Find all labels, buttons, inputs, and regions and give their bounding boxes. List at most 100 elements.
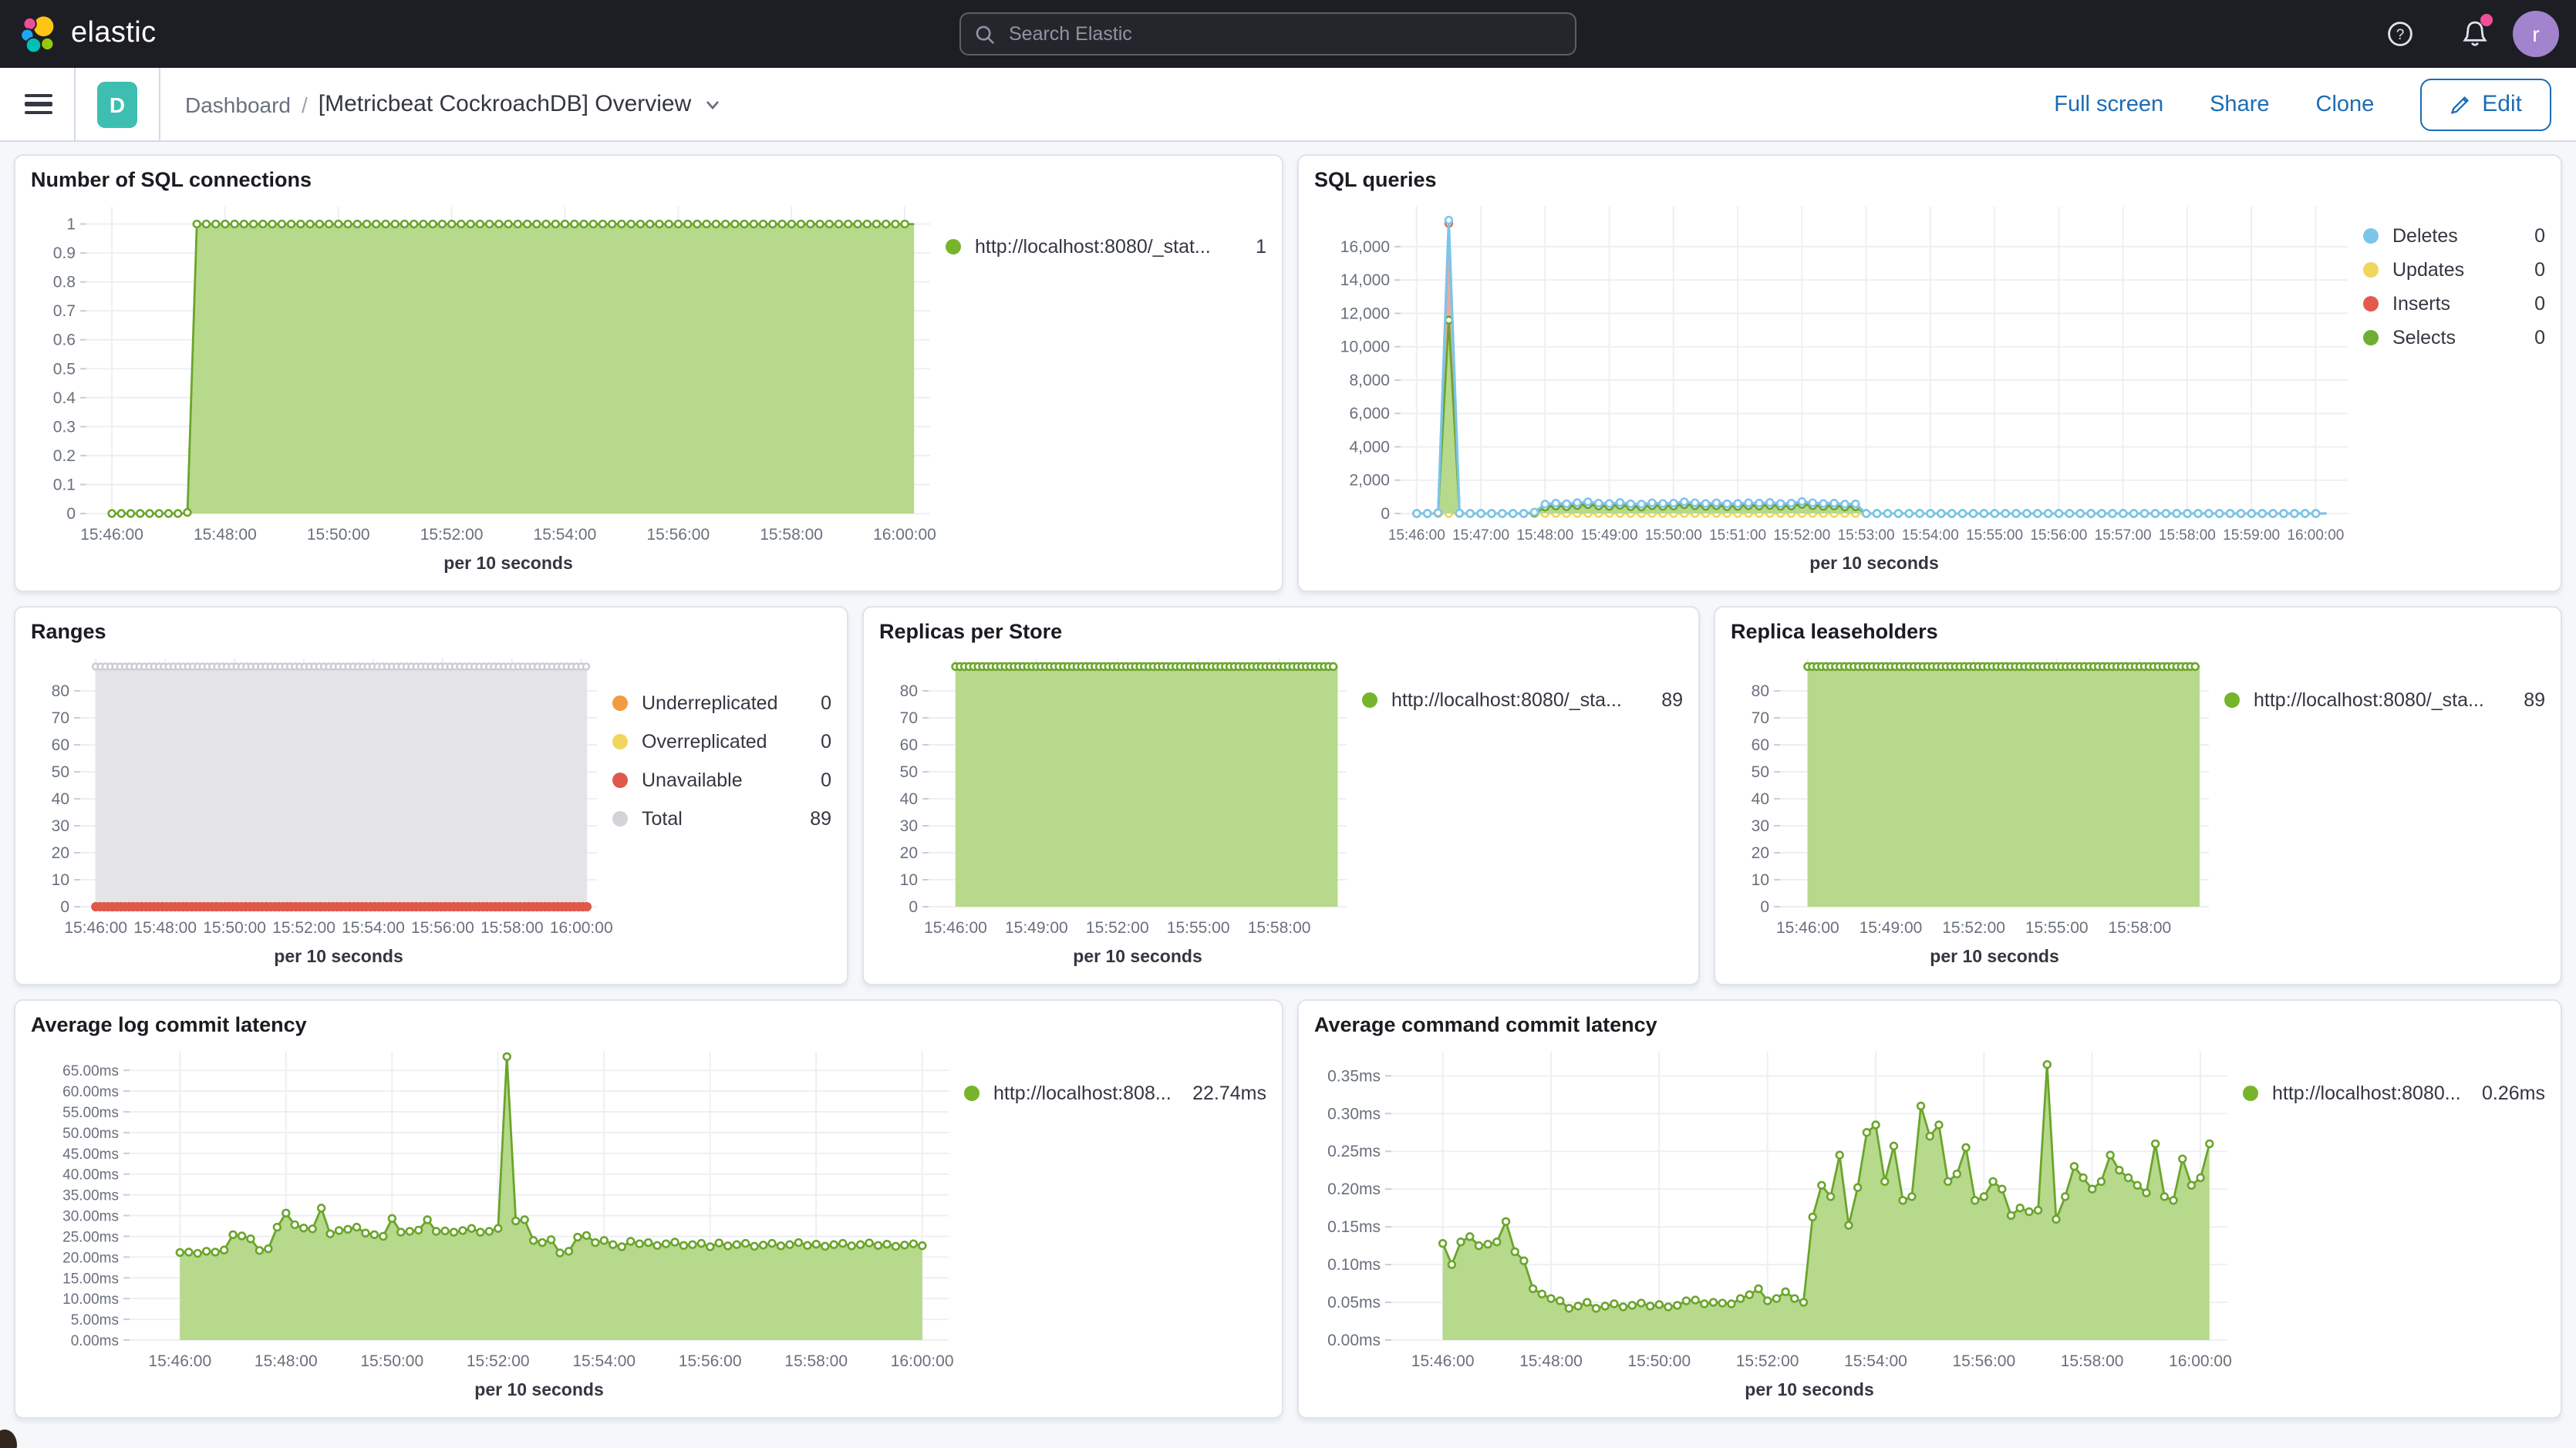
svg-text:15:50:00: 15:50:00 xyxy=(1627,1352,1691,1370)
legend-item[interactable]: Underreplicated0 xyxy=(612,692,831,714)
chevron-down-icon[interactable] xyxy=(703,95,722,113)
legend-item[interactable]: http://localhost:808...22.74ms xyxy=(964,1083,1266,1104)
breadcrumb: Dashboard / [Metricbeat CockroachDB] Ove… xyxy=(185,91,722,117)
legend-item[interactable]: Overreplicated0 xyxy=(612,731,831,753)
edit-button[interactable]: Edit xyxy=(2420,78,2551,130)
panel-title: Ranges xyxy=(31,620,831,643)
panel-title: Replica leaseholders xyxy=(1731,620,2545,643)
sql-queries-chart[interactable]: 02,0004,0006,0008,00010,00012,00014,0001… xyxy=(1314,194,2363,584)
legend-series-dot xyxy=(612,811,628,827)
legend-series-dot xyxy=(2363,228,2379,244)
breadcrumb-separator: / xyxy=(302,92,308,116)
svg-text:15:53:00: 15:53:00 xyxy=(1838,527,1895,544)
svg-text:15:46:00: 15:46:00 xyxy=(1776,919,1839,937)
legend-item[interactable]: http://localhost:8080/_sta... 89 xyxy=(2224,689,2545,711)
chart-legend: Underreplicated0 Overreplicated0 Unavailab… xyxy=(612,646,831,978)
svg-text:0.6: 0.6 xyxy=(53,332,76,349)
svg-text:40: 40 xyxy=(1752,790,1769,808)
legend-series-label: Total xyxy=(642,808,683,830)
svg-text:15:46:00: 15:46:00 xyxy=(1411,1352,1475,1370)
svg-text:15:54:00: 15:54:00 xyxy=(1844,1352,1907,1370)
svg-text:80: 80 xyxy=(1752,682,1769,700)
svg-text:14,000: 14,000 xyxy=(1340,271,1390,289)
legend-item[interactable]: http://localhost:8080/_stat...1 xyxy=(946,236,1266,258)
menu-hamburger-icon[interactable] xyxy=(25,93,52,115)
global-search[interactable] xyxy=(959,12,1576,56)
legend-series-value: 0.26ms xyxy=(2466,1083,2545,1104)
svg-text:10,000: 10,000 xyxy=(1340,338,1390,356)
full-screen-button[interactable]: Full screen xyxy=(2054,92,2163,116)
legend-item[interactable]: http://localhost:8080/_sta...89 xyxy=(1362,689,1683,711)
help-icon[interactable]: ? xyxy=(2385,19,2416,49)
panel-average-log-commit-latency: Average log commit latency 0.00ms5.00ms1… xyxy=(14,999,1283,1419)
svg-text:8,000: 8,000 xyxy=(1349,372,1390,389)
svg-text:12,000: 12,000 xyxy=(1340,305,1390,322)
replica-leaseholders-chart[interactable]: 0102030405060708015:46:0015:49:0015:52:0… xyxy=(1731,646,2224,978)
pencil-icon xyxy=(2450,93,2471,115)
legend-item[interactable]: http://localhost:8080...0.26ms xyxy=(2243,1083,2545,1104)
svg-text:15:48:00: 15:48:00 xyxy=(255,1352,318,1370)
command-commit-latency-chart[interactable]: 0.00ms0.05ms0.10ms0.15ms0.20ms0.25ms0.30… xyxy=(1314,1039,2243,1411)
app-header: elastic ? r xyxy=(0,0,2576,68)
svg-text:15:54:00: 15:54:00 xyxy=(342,919,405,937)
svg-text:15:54:00: 15:54:00 xyxy=(572,1352,636,1370)
search-input[interactable] xyxy=(1006,22,1575,46)
legend-series-dot xyxy=(2243,1086,2258,1101)
legend-series-value: 89 xyxy=(2508,689,2545,711)
log-commit-latency-chart[interactable]: 0.00ms5.00ms10.00ms15.00ms20.00ms25.00ms… xyxy=(31,1039,964,1411)
panel-title: Average log commit latency xyxy=(31,1013,1266,1036)
svg-text:15:57:00: 15:57:00 xyxy=(2095,527,2152,544)
ranges-chart[interactable]: 0102030405060708015:46:0015:48:0015:50:0… xyxy=(31,646,612,978)
toolbar-separator xyxy=(159,67,160,141)
svg-text:15:55:00: 15:55:00 xyxy=(1966,527,2023,544)
replicas-per-store-chart[interactable]: 0102030405060708015:46:0015:49:0015:52:0… xyxy=(879,646,1362,978)
chart-legend: http://localhost:8080/_stat...1 xyxy=(946,194,1266,584)
legend-series-dot xyxy=(2363,330,2379,345)
svg-text:20: 20 xyxy=(900,844,918,862)
svg-text:35.00ms: 35.00ms xyxy=(62,1188,119,1204)
legend-series-value: 0 xyxy=(805,731,831,753)
svg-text:0: 0 xyxy=(1760,898,1769,916)
svg-text:15:47:00: 15:47:00 xyxy=(1452,527,1509,544)
sql-connections-chart[interactable]: 00.10.20.30.40.50.60.70.80.9115:46:0015:… xyxy=(31,194,946,584)
svg-text:15:51:00: 15:51:00 xyxy=(1709,527,1766,544)
dashboard-grid: Number of SQL connections 00.10.20.30.40… xyxy=(0,142,2576,1445)
user-avatar[interactable]: r xyxy=(2513,11,2559,57)
legend-series-value: 0 xyxy=(805,692,831,714)
legend-series-value: 0 xyxy=(2519,225,2545,247)
svg-text:15:49:00: 15:49:00 xyxy=(1581,527,1638,544)
notifications-bell-icon[interactable] xyxy=(2459,19,2490,49)
elastic-brand[interactable]: elastic xyxy=(19,14,157,54)
legend-item[interactable]: Inserts0 xyxy=(2363,293,2545,315)
legend-item[interactable]: Selects0 xyxy=(2363,327,2545,349)
svg-text:15:55:00: 15:55:00 xyxy=(2025,919,2089,937)
legend-series-dot xyxy=(612,773,628,788)
legend-item[interactable]: Updates0 xyxy=(2363,259,2545,281)
kibana-dashboard-page: elastic ? r D Dashboard / [Metricbeat Co… xyxy=(0,0,2576,1448)
dashboard-app-badge[interactable]: D xyxy=(97,81,137,127)
chart-legend: http://localhost:808...22.74ms xyxy=(964,1039,1266,1411)
legend-series-value: 1 xyxy=(1240,236,1266,258)
svg-text:40.00ms: 40.00ms xyxy=(62,1167,119,1184)
svg-text:30: 30 xyxy=(900,817,918,835)
svg-text:per 10 seconds: per 10 seconds xyxy=(443,553,572,573)
legend-series-value: 89 xyxy=(1646,689,1683,711)
clone-button[interactable]: Clone xyxy=(2316,92,2375,116)
panel-title: Average command commit latency xyxy=(1314,1013,2545,1036)
svg-text:20: 20 xyxy=(1752,844,1769,862)
svg-text:15:49:00: 15:49:00 xyxy=(1005,919,1068,937)
svg-text:50: 50 xyxy=(900,763,918,781)
svg-text:15:50:00: 15:50:00 xyxy=(203,919,266,937)
legend-item[interactable]: Total89 xyxy=(612,808,831,830)
svg-text:15:56:00: 15:56:00 xyxy=(411,919,474,937)
breadcrumb-dashboard-link[interactable]: Dashboard xyxy=(185,92,291,116)
legend-item[interactable]: Deletes0 xyxy=(2363,225,2545,247)
svg-text:0.7: 0.7 xyxy=(53,302,76,320)
legend-series-dot xyxy=(612,734,628,749)
svg-text:per 10 seconds: per 10 seconds xyxy=(1930,946,2058,966)
legend-item[interactable]: Unavailable0 xyxy=(612,769,831,791)
svg-text:per 10 seconds: per 10 seconds xyxy=(1745,1379,1873,1399)
share-button[interactable]: Share xyxy=(2210,92,2269,116)
svg-text:15:52:00: 15:52:00 xyxy=(467,1352,530,1370)
legend-series-label: http://localhost:8080/_sta... xyxy=(2254,689,2484,711)
